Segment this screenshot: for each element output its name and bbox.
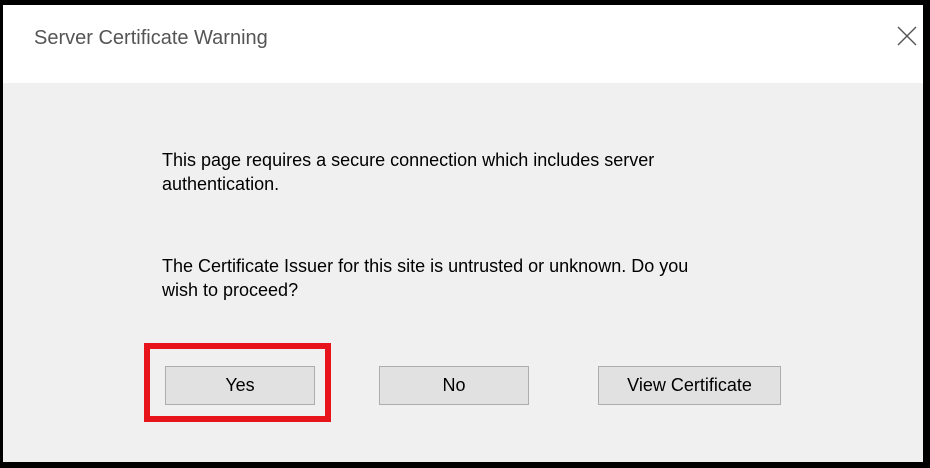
untrusted-issuer-message: The Certificate Issuer for this site is … <box>162 256 689 300</box>
secure-connection-message: This page requires a secure connection w… <box>162 150 655 194</box>
no-button[interactable]: No <box>379 366 529 405</box>
server-certificate-warning-dialog: Server Certificate Warning This page req… <box>0 0 930 468</box>
dialog-title: Server Certificate Warning <box>34 27 268 49</box>
yes-button[interactable]: Yes <box>165 366 315 405</box>
dialog-titlebar: Server Certificate Warning <box>3 5 923 83</box>
view-certificate-button[interactable]: View Certificate <box>598 366 781 405</box>
close-icon[interactable] <box>895 24 919 48</box>
